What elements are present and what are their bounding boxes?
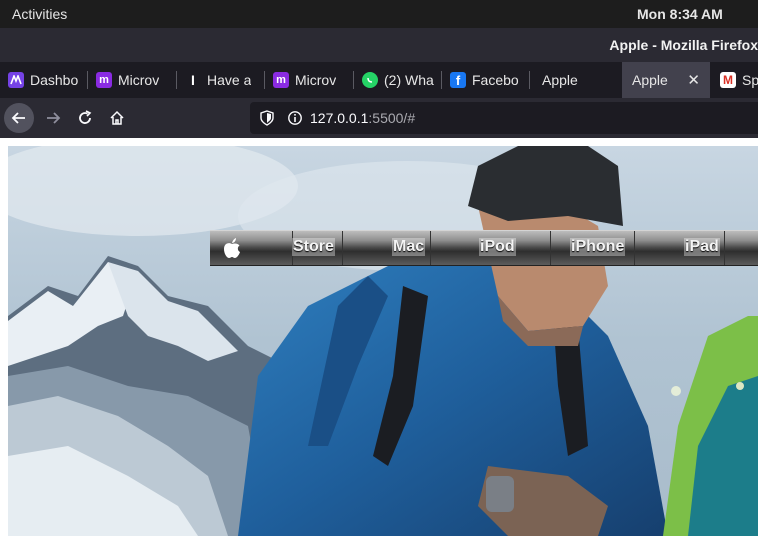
reload-button[interactable]	[70, 103, 100, 133]
menu-item-ipod[interactable]: iPod	[430, 231, 551, 265]
forward-button[interactable]	[38, 103, 68, 133]
system-top-bar: Activities Mon 8:34 AM	[0, 0, 758, 28]
tab-gmail[interactable]: M Sp	[712, 62, 758, 98]
site-nav-menu: Store Mac iPod iPhone iPad	[210, 230, 758, 266]
tab-label: Have a	[207, 72, 252, 88]
dashboard-favicon-icon	[8, 72, 24, 88]
menu-label: iPhone	[570, 238, 626, 256]
clock[interactable]: Mon 8:34 AM	[637, 6, 723, 22]
tab-strip: Dashbo m Microv I Have a m Microv (2) Wh…	[0, 62, 758, 98]
tab-facebook[interactable]: f Facebo	[442, 62, 530, 98]
hero-image: Store Mac iPod iPhone iPad	[8, 146, 758, 536]
activities-button[interactable]: Activities	[12, 6, 67, 22]
m-favicon-icon: m	[96, 72, 112, 88]
tracking-shield-icon[interactable]	[260, 110, 274, 126]
menu-label: Mac	[392, 238, 426, 256]
tab-label: Sp	[742, 72, 758, 88]
menu-label: iPod	[479, 238, 516, 256]
tab-close-icon[interactable]: ✕	[687, 71, 700, 89]
tab-apple-active[interactable]: Apple ✕	[622, 62, 710, 98]
reload-icon	[79, 110, 92, 124]
tab-label: (2) Wha	[384, 72, 434, 88]
forward-arrow-icon	[47, 112, 61, 124]
tab-microverse-2[interactable]: m Microv	[265, 62, 354, 98]
cursor-favicon-icon: I	[191, 72, 195, 88]
page-viewport: Store Mac iPod iPhone iPad	[0, 138, 758, 536]
tab-label: Apple	[632, 72, 668, 88]
tab-have-a[interactable]: I Have a	[177, 62, 265, 98]
apple-logo-icon	[224, 238, 240, 258]
menu-item-store[interactable]	[292, 231, 343, 265]
whatsapp-icon	[362, 72, 378, 88]
tab-apple-1[interactable]: Apple	[530, 62, 620, 98]
tab-microverse-1[interactable]: m Microv	[88, 62, 177, 98]
home-icon	[110, 110, 124, 125]
navigation-toolbar: 127.0.0.1:5500/#	[0, 98, 758, 138]
gmail-icon: M	[720, 72, 736, 88]
menu-item-mac[interactable]: Mac	[342, 231, 431, 265]
mountain-climber-photo	[8, 146, 758, 536]
facebook-icon: f	[450, 72, 466, 88]
menu-item-ipad[interactable]: iPad	[634, 231, 725, 265]
menu-item-iphone[interactable]: iPhone	[550, 231, 635, 265]
tab-label: Facebo	[472, 72, 519, 88]
tab-dashboard[interactable]: Dashbo	[0, 62, 88, 98]
url-text[interactable]: 127.0.0.1:5500/#	[310, 110, 415, 126]
url-path: :5500/#	[368, 110, 416, 126]
m-favicon-icon: m	[273, 72, 289, 88]
window-title: Apple - Mozilla Firefox	[609, 37, 758, 53]
url-bar[interactable]: 127.0.0.1:5500/#	[250, 102, 758, 134]
back-button[interactable]	[4, 103, 34, 133]
window-title-bar: Apple - Mozilla Firefox	[0, 28, 758, 62]
tab-whatsapp[interactable]: (2) Wha	[354, 62, 442, 98]
tab-label: Apple	[542, 72, 578, 88]
tab-label: Microv	[295, 72, 337, 88]
site-info-icon[interactable]	[287, 110, 303, 126]
menu-label: iPad	[684, 238, 720, 256]
back-arrow-icon	[11, 112, 25, 124]
url-host: 127.0.0.1	[310, 110, 369, 126]
tab-label: Dashbo	[30, 72, 79, 88]
menu-item-apple[interactable]: Store	[210, 231, 335, 265]
tab-label: Microv	[118, 72, 160, 88]
home-button[interactable]	[102, 103, 132, 133]
